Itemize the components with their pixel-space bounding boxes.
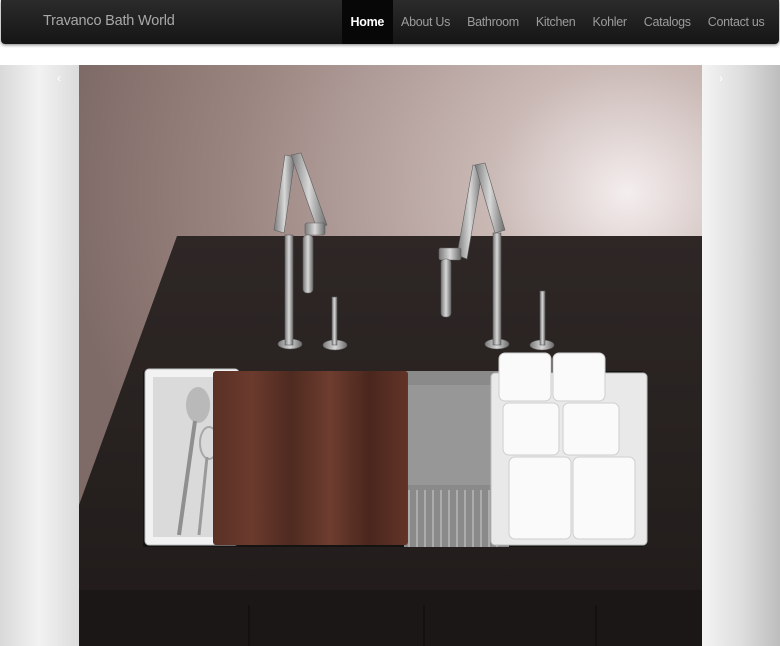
- top-navbar: Travanco Bath World Home About Us Bathro…: [1, 0, 779, 44]
- nav-item-bathroom[interactable]: Bathroom: [459, 0, 528, 44]
- carousel-next-arrow[interactable]: ›: [719, 71, 723, 85]
- nav-item-about-us[interactable]: About Us: [393, 0, 459, 44]
- image-carousel: ‹ ›: [0, 65, 780, 646]
- brand-name[interactable]: Travanco Bath World: [43, 13, 175, 29]
- kitchen-sink-photo: [79, 65, 702, 646]
- nav-item-kitchen[interactable]: Kitchen: [527, 0, 584, 44]
- nav-item-kohler[interactable]: Kohler: [584, 0, 635, 44]
- nav-item-catalogs[interactable]: Catalogs: [635, 0, 699, 44]
- carousel-prev-arrow[interactable]: ‹: [57, 71, 61, 85]
- carousel-right-edge: [702, 65, 780, 646]
- nav-item-contact-us[interactable]: Contact us: [699, 0, 773, 44]
- main-nav: Home About Us Bathroom Kitchen Kohler Ca…: [342, 0, 773, 44]
- nav-item-home[interactable]: Home: [342, 0, 393, 44]
